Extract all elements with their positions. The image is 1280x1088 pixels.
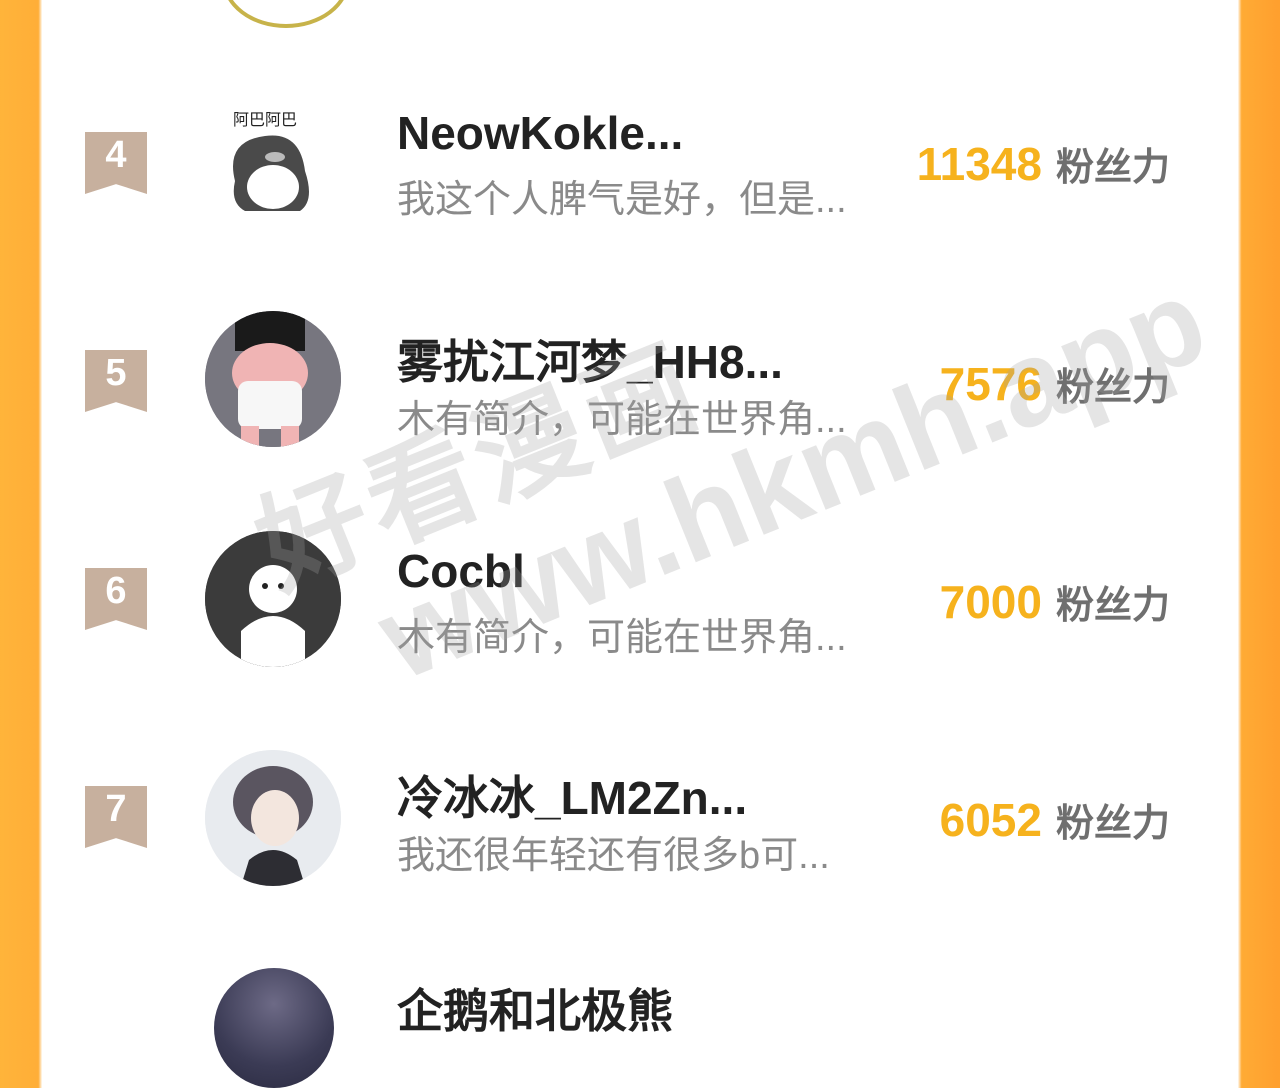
user-name[interactable]: NeowKokle... — [397, 106, 683, 160]
fan-power: 11348 粉丝力 — [917, 136, 1170, 191]
ranking-row[interactable]: 5 雾扰江河梦_HH8... 木有简介，可能在世界角... 7576 粉丝力 — [42, 276, 1238, 476]
user-bio: 我还很年轻还有很多b可... — [397, 835, 830, 877]
ranking-row[interactable]: 6 Cocbl 木有简介，可能在世界角... 7000 粉丝力 — [42, 494, 1238, 694]
rank-badge: 6 — [85, 568, 147, 630]
fan-power-unit: 粉丝力 — [1055, 585, 1170, 627]
ghost-avatar[interactable] — [205, 531, 341, 667]
fan-power-value: 7576 — [939, 358, 1042, 410]
rank-badge: 4 — [85, 132, 147, 194]
user-name[interactable]: 雾扰江河梦_HH8... — [397, 326, 783, 392]
fan-power-unit: 粉丝力 — [1055, 803, 1170, 845]
partial-avatar-bottom[interactable] — [214, 968, 334, 1088]
svg-text:阿巴阿巴: 阿巴阿巴 — [233, 110, 297, 129]
fan-power-value: 7000 — [939, 576, 1042, 628]
ranking-row[interactable]: 7 冷冰冰_LM2Zn... 我还很年轻还有很多b可... 6052 粉丝力 — [42, 712, 1238, 912]
fan-power-unit: 粉丝力 — [1055, 367, 1170, 409]
user-bio: 我这个人脾气是好，但是... — [397, 179, 847, 221]
fan-power-value: 6052 — [939, 794, 1042, 846]
penguin-sticker-avatar[interactable]: 阿巴阿巴 — [205, 91, 341, 227]
fan-power: 7000 粉丝力 — [940, 574, 1170, 629]
rank-badge: 5 — [85, 350, 147, 412]
fan-power: 6052 粉丝力 — [940, 792, 1170, 847]
user-bio: 木有简介，可能在世界角... — [397, 399, 847, 441]
user-name[interactable]: Cocbl — [397, 544, 525, 598]
partial-user-name[interactable]: 企鹅和北极熊 — [397, 975, 673, 1041]
user-name[interactable]: 冷冰冰_LM2Zn... — [397, 762, 747, 828]
ranking-row[interactable]: 4 阿巴阿巴 NeowKokle... 我这个人脾气是好，但是... 11348… — [42, 58, 1238, 258]
rank-badge: 7 — [85, 786, 147, 848]
partial-avatar-top[interactable] — [222, 0, 350, 28]
user-bio: 木有简介，可能在世界角... — [397, 617, 847, 659]
anime-girl-avatar[interactable] — [205, 750, 341, 886]
baby-avatar[interactable] — [205, 311, 341, 447]
fan-power-value: 11348 — [916, 138, 1042, 190]
fan-power: 7576 粉丝力 — [940, 356, 1170, 411]
ranking-panel: 4 阿巴阿巴 NeowKokle... 我这个人脾气是好，但是... 11348… — [42, 0, 1238, 1088]
fan-power-unit: 粉丝力 — [1055, 147, 1170, 189]
